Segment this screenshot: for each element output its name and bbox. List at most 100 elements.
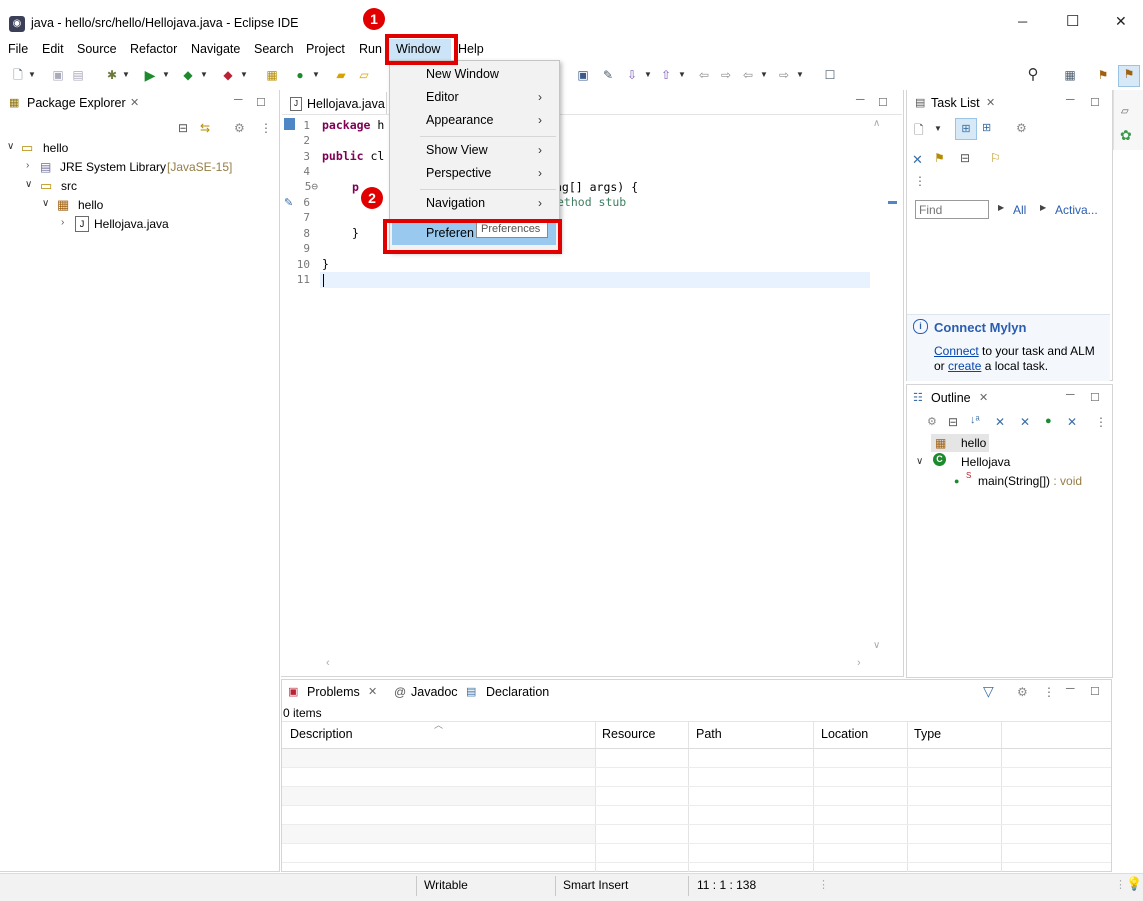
previous-annotation-icon[interactable]: ⇧: [658, 67, 674, 83]
minimize-view-icon[interactable]: ─: [856, 92, 865, 106]
debug-icon[interactable]: ✱: [104, 67, 120, 83]
minimize-view-icon[interactable]: ─: [234, 92, 243, 106]
maximize-button[interactable]: ☐: [1066, 12, 1079, 30]
java-perspective-icon[interactable]: ⚑: [1118, 65, 1140, 87]
focus-icon[interactable]: ⚐: [990, 151, 1001, 165]
view-menu-icon[interactable]: ⋮: [914, 174, 926, 188]
maximize-view-icon[interactable]: ☐: [1090, 96, 1100, 109]
menu-project[interactable]: Project: [306, 42, 345, 56]
collapse-all-icon[interactable]: ⊟: [178, 121, 188, 135]
new-file-icon[interactable]: 🗋: [10, 67, 26, 83]
minimize-view-icon[interactable]: ─: [1066, 387, 1075, 401]
menu-item-new-window[interactable]: New Window: [426, 67, 499, 81]
menu-navigate[interactable]: Navigate: [191, 42, 240, 56]
expand-toggle-icon[interactable]: ∨: [25, 179, 32, 190]
package-explorer-tab[interactable]: Package Explorer: [27, 96, 126, 110]
collapse-toggle-icon[interactable]: ›: [61, 217, 64, 228]
menu-file[interactable]: File: [8, 42, 28, 56]
task-activate-link[interactable]: Activa...: [1055, 203, 1098, 217]
column-location[interactable]: Location: [821, 727, 868, 741]
vertical-scroll-down-icon[interactable]: ∨: [873, 640, 880, 651]
new-java-class-icon[interactable]: ●: [292, 67, 308, 83]
java-ee-perspective-icon[interactable]: ⚑: [1095, 67, 1111, 83]
mylyn-connect-link[interactable]: Connect: [934, 344, 979, 358]
minimize-view-icon[interactable]: ─: [1066, 681, 1075, 695]
maximize-view-icon[interactable]: ☐: [256, 96, 266, 109]
outline-tab[interactable]: Outline: [931, 391, 971, 405]
vertical-scroll-up-icon[interactable]: ∧: [873, 118, 880, 129]
categorized-icon[interactable]: ⊞: [955, 118, 977, 140]
column-type[interactable]: Type: [914, 727, 941, 741]
menu-item-navigation[interactable]: Navigation: [426, 196, 485, 210]
close-view-icon[interactable]: ✕: [130, 96, 139, 109]
back-icon[interactable]: ⇦: [740, 67, 756, 83]
view-menu-icon[interactable]: ⋮: [1043, 685, 1055, 699]
horizontal-scroll-right-icon[interactable]: ›: [857, 657, 861, 669]
menu-source[interactable]: Source: [77, 42, 117, 56]
minimize-button[interactable]: ─: [1018, 14, 1027, 29]
forward-icon[interactable]: ⇨: [776, 67, 792, 83]
filters-config-icon[interactable]: ⚙: [1017, 685, 1028, 699]
menu-edit[interactable]: Edit: [42, 42, 64, 56]
hide-local-types-icon[interactable]: ✕: [1067, 415, 1077, 429]
search-icon[interactable]: ⚲: [1025, 67, 1041, 83]
menu-help[interactable]: Help: [458, 42, 484, 56]
save-all-icon[interactable]: ▤: [70, 67, 86, 83]
sort-icon[interactable]: ↓ᵃ: [970, 414, 980, 426]
expand-toggle-icon[interactable]: ∨: [7, 141, 14, 152]
filter-icon[interactable]: ▽: [983, 683, 994, 700]
task-list-tab[interactable]: Task List: [931, 96, 980, 110]
status-insert-mode[interactable]: Smart Insert: [563, 878, 628, 892]
expand-toggle-icon[interactable]: ∨: [916, 456, 923, 467]
close-view-icon[interactable]: ✕: [979, 391, 988, 404]
menu-item-editor[interactable]: Editor: [426, 90, 459, 104]
outline-method[interactable]: main(String[]) : void: [978, 474, 1082, 488]
open-folder-icon[interactable]: ▱: [356, 67, 372, 83]
link-with-editor-icon[interactable]: ⇆: [200, 121, 210, 135]
collapse-all-icon[interactable]: ⊟: [960, 151, 970, 165]
menu-search[interactable]: Search: [254, 42, 294, 56]
toggle-mark-occurrences-icon[interactable]: ✎: [600, 67, 616, 83]
editor-tab[interactable]: Hellojava.java: [307, 97, 385, 111]
maximize-view-icon[interactable]: ☐: [1090, 685, 1100, 698]
hide-static-icon[interactable]: ✕: [1020, 415, 1030, 429]
pin-editor-icon[interactable]: ☐: [822, 67, 838, 83]
maximize-view-icon[interactable]: ☐: [1090, 391, 1100, 404]
tree-file[interactable]: Hellojava.java: [94, 217, 169, 231]
restore-icon[interactable]: ▱: [1121, 106, 1129, 117]
next-annotation-icon[interactable]: ⇩: [624, 67, 640, 83]
new-task-icon[interactable]: 🗋: [914, 121, 924, 142]
menu-refactor[interactable]: Refactor: [130, 42, 177, 56]
tree-project[interactable]: hello: [43, 141, 68, 155]
menu-run[interactable]: Run: [359, 42, 382, 56]
search-toolbar-icon[interactable]: ▣: [575, 67, 591, 83]
new-java-package-icon[interactable]: ▦: [264, 67, 280, 83]
javadoc-tab[interactable]: Javadoc: [411, 685, 458, 699]
collapse-toggle-icon[interactable]: ›: [26, 160, 29, 171]
filter-tasks-icon[interactable]: ⚙: [1016, 121, 1027, 135]
synchronize-icon[interactable]: ⚑: [934, 151, 945, 165]
declaration-tab[interactable]: Declaration: [486, 685, 549, 699]
run-coverage-icon[interactable]: ◆: [180, 67, 196, 83]
close-button[interactable]: ✕: [1115, 13, 1127, 30]
tree-package[interactable]: hello: [78, 198, 103, 212]
hide-fields-icon[interactable]: ✕: [995, 415, 1005, 429]
close-view-icon[interactable]: ✕: [368, 685, 377, 698]
mylyn-create-link[interactable]: create: [948, 359, 981, 373]
menu-item-appearance[interactable]: Appearance: [426, 113, 493, 127]
problems-tab[interactable]: Problems: [307, 685, 360, 699]
open-perspective-icon[interactable]: ▦: [1062, 67, 1078, 83]
hide-non-public-icon[interactable]: ●: [1045, 415, 1052, 427]
expand-toggle-icon[interactable]: ∨: [42, 198, 49, 209]
collapse-all-icon[interactable]: ⊟: [948, 415, 958, 429]
column-description[interactable]: Description: [290, 727, 353, 741]
open-type-icon[interactable]: ▰: [333, 67, 349, 83]
task-all-link[interactable]: All: [1013, 203, 1026, 217]
collapse-icon[interactable]: ✕: [912, 152, 923, 168]
run-icon[interactable]: ▶: [142, 67, 158, 83]
horizontal-scroll-left-icon[interactable]: ‹: [326, 657, 330, 669]
filters-icon[interactable]: ⚙: [234, 121, 245, 135]
task-find-input[interactable]: [915, 200, 989, 219]
outline-class[interactable]: Hellojava: [961, 455, 1010, 469]
tree-src[interactable]: src: [61, 179, 77, 193]
